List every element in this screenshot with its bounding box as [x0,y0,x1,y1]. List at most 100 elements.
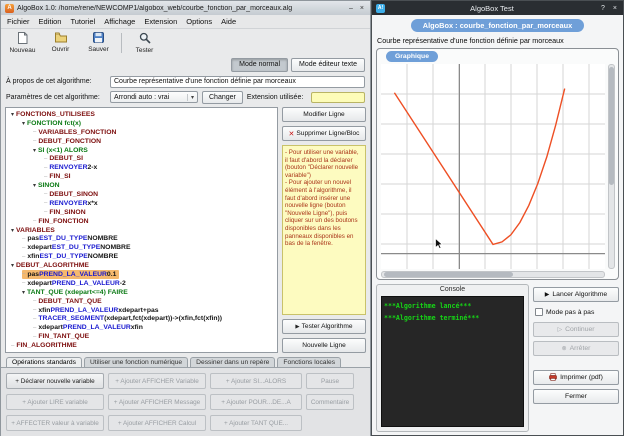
tree-row[interactable]: ▾DEBUT_ALGORITHME [11,261,92,270]
open-button[interactable]: Ouvrir [43,31,78,55]
extension-input[interactable] [311,92,365,103]
modify-line-button[interactable]: Modifier Ligne [282,107,366,122]
menu-tutoriel[interactable]: Tutoriel [70,17,95,26]
tree-expand-icon[interactable]: ▾ [22,120,25,127]
new-document-icon [17,32,28,46]
minimize-icon[interactable]: – [347,5,355,12]
save-floppy-icon [93,32,104,45]
new-button[interactable]: Nouveau [5,31,40,55]
about-input[interactable]: Courbe représentative d'une fonction déf… [110,76,365,88]
menu-fichier[interactable]: Fichier [7,17,30,26]
algobox-app-icon: A [5,4,14,13]
mode-text-editor-button[interactable]: Mode éditeur texte [291,58,365,72]
close-icon[interactable]: × [358,5,366,12]
stop-button: ⊗ Arrêter [533,341,619,356]
params-select[interactable]: Arrondi auto : vrai ▾ [110,91,198,103]
tree-row[interactable]: ‒DEBUT_TANT_QUE [33,297,105,306]
test-titlebar[interactable]: A! AlgoBox Test ? × [372,1,623,15]
menu-aide[interactable]: Aide [221,17,236,26]
tree-expand-icon[interactable]: ▾ [33,147,36,154]
main-titlebar[interactable]: A AlgoBox 1.0: /home/rene/NEWCOMP1/algob… [1,1,370,15]
tree-row[interactable]: ‒TRACER_SEGMENT (xdepart,fct(xdepart))->… [33,314,225,323]
tree-row[interactable]: ‒FIN_SI [44,172,74,181]
tree-row[interactable]: ‒xfin EST_DU_TYPE NOMBRE [22,252,121,261]
tree-row[interactable]: ‒DEBUT_SI [44,154,86,163]
bottom-tabs: Opérations standardsUtiliser une fonctio… [1,354,370,367]
step-mode-row[interactable]: Mode pas à pas [533,306,619,318]
step-mode-checkbox[interactable] [535,308,543,316]
tree-expand-icon[interactable]: ▾ [33,182,36,189]
tree-branch-tick: ‒ [33,316,36,322]
tree-row-text: RENVOYER [49,200,87,207]
tree-branch-tick: ‒ [22,271,25,277]
main-toolbar: Nouveau Ouvrir Sauver Tester [1,29,370,56]
tree-row[interactable]: ▾SI (x<1) ALORS [33,146,91,155]
tree-expand-icon[interactable]: ▾ [22,289,25,296]
graph-plot[interactable] [381,64,605,269]
tree-row[interactable]: ▾VARIABLES [11,226,58,235]
tree-row-text: SI (x<1) ALORS [38,147,88,154]
tree-row[interactable]: ‒FIN_SINON [44,208,89,217]
tree-row[interactable]: ‒RENVOYER x*x [44,199,101,208]
tree-row[interactable]: ‒xdepart EST_DU_TYPE NOMBRE [22,243,133,252]
tree-row[interactable]: ‒FIN_FONCTION [33,217,92,226]
tree-row[interactable]: ‒FIN_ALGORITHME [11,341,80,350]
vertical-scrollbar-thumb[interactable] [609,67,614,185]
graph-vertical-scrollbar[interactable] [608,64,615,269]
tree-expand-icon[interactable]: ▾ [11,227,14,234]
tree-branch-tick: ‒ [44,165,47,171]
delete-line-button[interactable]: ✕ Supprimer Ligne/Bloc [282,126,366,141]
print-pdf-button[interactable]: Imprimer (pdf) [533,370,619,385]
graphique-tab[interactable]: Graphique [386,51,438,62]
menu-affichage[interactable]: Affichage [104,17,135,26]
menu-extension[interactable]: Extension [144,17,177,26]
tree-row[interactable]: ‒DEBUT_FONCTION [33,137,104,146]
tree-row-text: FIN_TANT_QUE [38,333,89,340]
tab-utiliser-une-fonction-num-rique[interactable]: Utiliser une fonction numérique [84,357,188,367]
action-d-clarer-nouvelle-variable[interactable]: + Déclarer nouvelle variable [6,373,104,389]
tab-dessiner-dans-un-rep-re[interactable]: Dessiner dans un repère [190,357,275,367]
graph-horizontal-scrollbar[interactable] [381,271,605,278]
graph-svg [381,64,605,269]
run-algorithm-label: Lancer Algorithme [552,291,607,298]
tree-branch-tick: ‒ [33,129,36,135]
test-algorithm-button[interactable]: ▶ Tester Algorithme [282,319,366,334]
save-button[interactable]: Sauver [81,31,116,55]
tree-row-text: VARIABLES_FONCTION [38,129,116,136]
test-close-icon[interactable]: × [611,5,619,12]
help-icon[interactable]: ? [599,5,607,12]
tree-expand-icon[interactable]: ▾ [11,111,14,118]
play-icon: ▶ [295,324,299,330]
open-folder-icon [55,32,67,45]
menu-edition[interactable]: Edition [39,17,62,26]
tree-row[interactable]: ‒xfin PREND_LA_VALEUR xdepart+pas [33,306,162,315]
new-line-button[interactable]: Nouvelle Ligne [282,338,366,353]
tree-row-text: SINON [38,182,60,189]
tree-row[interactable]: ‒FIN_TANT_QUE [33,332,92,341]
run-algorithm-button[interactable]: ▶ Lancer Algorithme [533,287,619,302]
tree-branch-tick: ‒ [22,254,25,260]
tab-fonctions-locales[interactable]: Fonctions locales [277,357,341,367]
mode-normal-button[interactable]: Mode normal [231,58,288,72]
tester-button[interactable]: Tester [127,31,162,55]
tree-row[interactable]: ‒xdepart PREND_LA_VALEUR -2 [22,279,129,288]
tree-row[interactable]: ‒pas PREND_LA_VALEUR 0.1 [22,270,119,279]
tab-op-rations-standards[interactable]: Opérations standards [6,357,82,367]
horizontal-scrollbar-thumb[interactable] [384,272,513,277]
tree-row[interactable]: ▾FONCTION fct(x) [22,119,84,128]
tree-row[interactable]: ▾SINON [33,181,63,190]
tree-row[interactable]: ‒xdepart PREND_LA_VALEUR xfin [33,323,146,332]
tree-row[interactable]: ▾TANT_QUE (xdepart<=4) FAIRE [22,288,131,297]
tree-row[interactable]: ‒VARIABLES_FONCTION [33,128,119,137]
tree-row-text: FIN_FONCTION [38,218,88,225]
close-test-button[interactable]: Fermer [533,389,619,404]
tree-row[interactable]: ‒pas EST_DU_TYPE NOMBRE [22,234,121,243]
tree-expand-icon[interactable]: ▾ [11,262,14,269]
tree-row[interactable]: ‒DEBUT_SINON [44,190,101,199]
menu-options[interactable]: Options [186,17,212,26]
change-button[interactable]: Changer [202,91,243,104]
tree-row[interactable]: ‒RENVOYER 2-x [44,163,100,172]
tree-row[interactable]: ▾FONCTIONS_UTILISEES [11,110,98,119]
tree-branch-tick: ‒ [22,280,25,286]
tree-row-text: DEBUT_ALGORITHME [16,262,89,269]
